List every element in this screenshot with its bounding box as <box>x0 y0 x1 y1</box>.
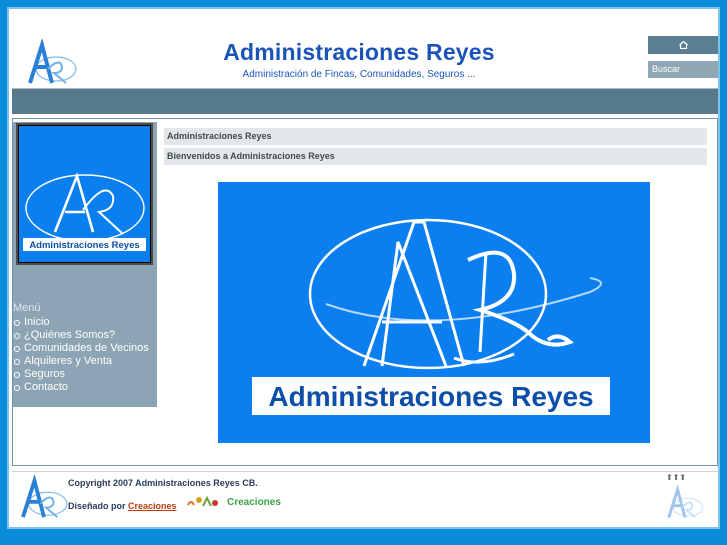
banner-logo-graphic: Administraciones Reyes <box>252 218 610 415</box>
copyright-text: Copyright 2007 Administraciones Reyes CB… <box>68 478 258 488</box>
menu-item-inicio[interactable]: Inicio <box>13 316 153 329</box>
search-button[interactable]: Buscar <box>648 61 718 78</box>
back-to-top-icon[interactable]: ⬆⬆⬆ <box>666 473 686 482</box>
sidebar-logo-graphic: Administraciones Reyes <box>23 171 146 251</box>
creaciones-logo[interactable]: Creaciones <box>185 491 295 513</box>
designed-by-label: Diseñado por <box>68 501 126 511</box>
header-logo <box>28 39 77 84</box>
home-button[interactable] <box>648 36 718 54</box>
creaciones-logo-text: Creaciones <box>227 497 281 508</box>
banner-logo: Administraciones Reyes <box>218 182 650 443</box>
menu-item-quienes-somos[interactable]: ¿Quiénes Somos? <box>13 329 153 342</box>
site-subtitle: Administración de Fincas, Comunidades, S… <box>242 69 476 80</box>
page-frame: Administraciones Reyes Administración de… <box>7 7 720 529</box>
sidebar-logo-caption: Administraciones Reyes <box>29 240 139 251</box>
designer-link[interactable]: Creaciones <box>128 501 177 511</box>
home-icon <box>679 41 688 49</box>
top-navigation-bar <box>12 88 718 114</box>
footer-logo-faded <box>667 485 704 519</box>
footer-logo <box>21 475 68 518</box>
footer-divider <box>12 471 718 472</box>
sidebar: Administraciones Reyes Menú Inicio ¿Quié… <box>13 122 157 407</box>
sidebar-menu: Inicio ¿Quiénes Somos? Comunidades de Ve… <box>13 316 153 394</box>
designed-by: Diseñado por Creaciones <box>68 501 177 511</box>
menu-item-seguros[interactable]: Seguros <box>13 368 153 381</box>
site-title: Administraciones Reyes <box>223 39 495 65</box>
welcome-heading: Bienvenidos a Administraciones Reyes <box>164 148 707 165</box>
breadcrumb: Administraciones Reyes <box>164 128 707 145</box>
menu-item-alquileres[interactable]: Alquileres y Venta <box>13 355 153 368</box>
menu-item-contacto[interactable]: Contacto <box>13 381 153 394</box>
sidebar-logo: Administraciones Reyes <box>18 125 151 263</box>
banner-logo-caption: Administraciones Reyes <box>268 381 593 412</box>
content-area: Administraciones Reyes Menú Inicio ¿Quié… <box>12 118 718 466</box>
menu-item-comunidades[interactable]: Comunidades de Vecinos <box>13 342 153 355</box>
menu-title: Menú <box>13 302 41 314</box>
